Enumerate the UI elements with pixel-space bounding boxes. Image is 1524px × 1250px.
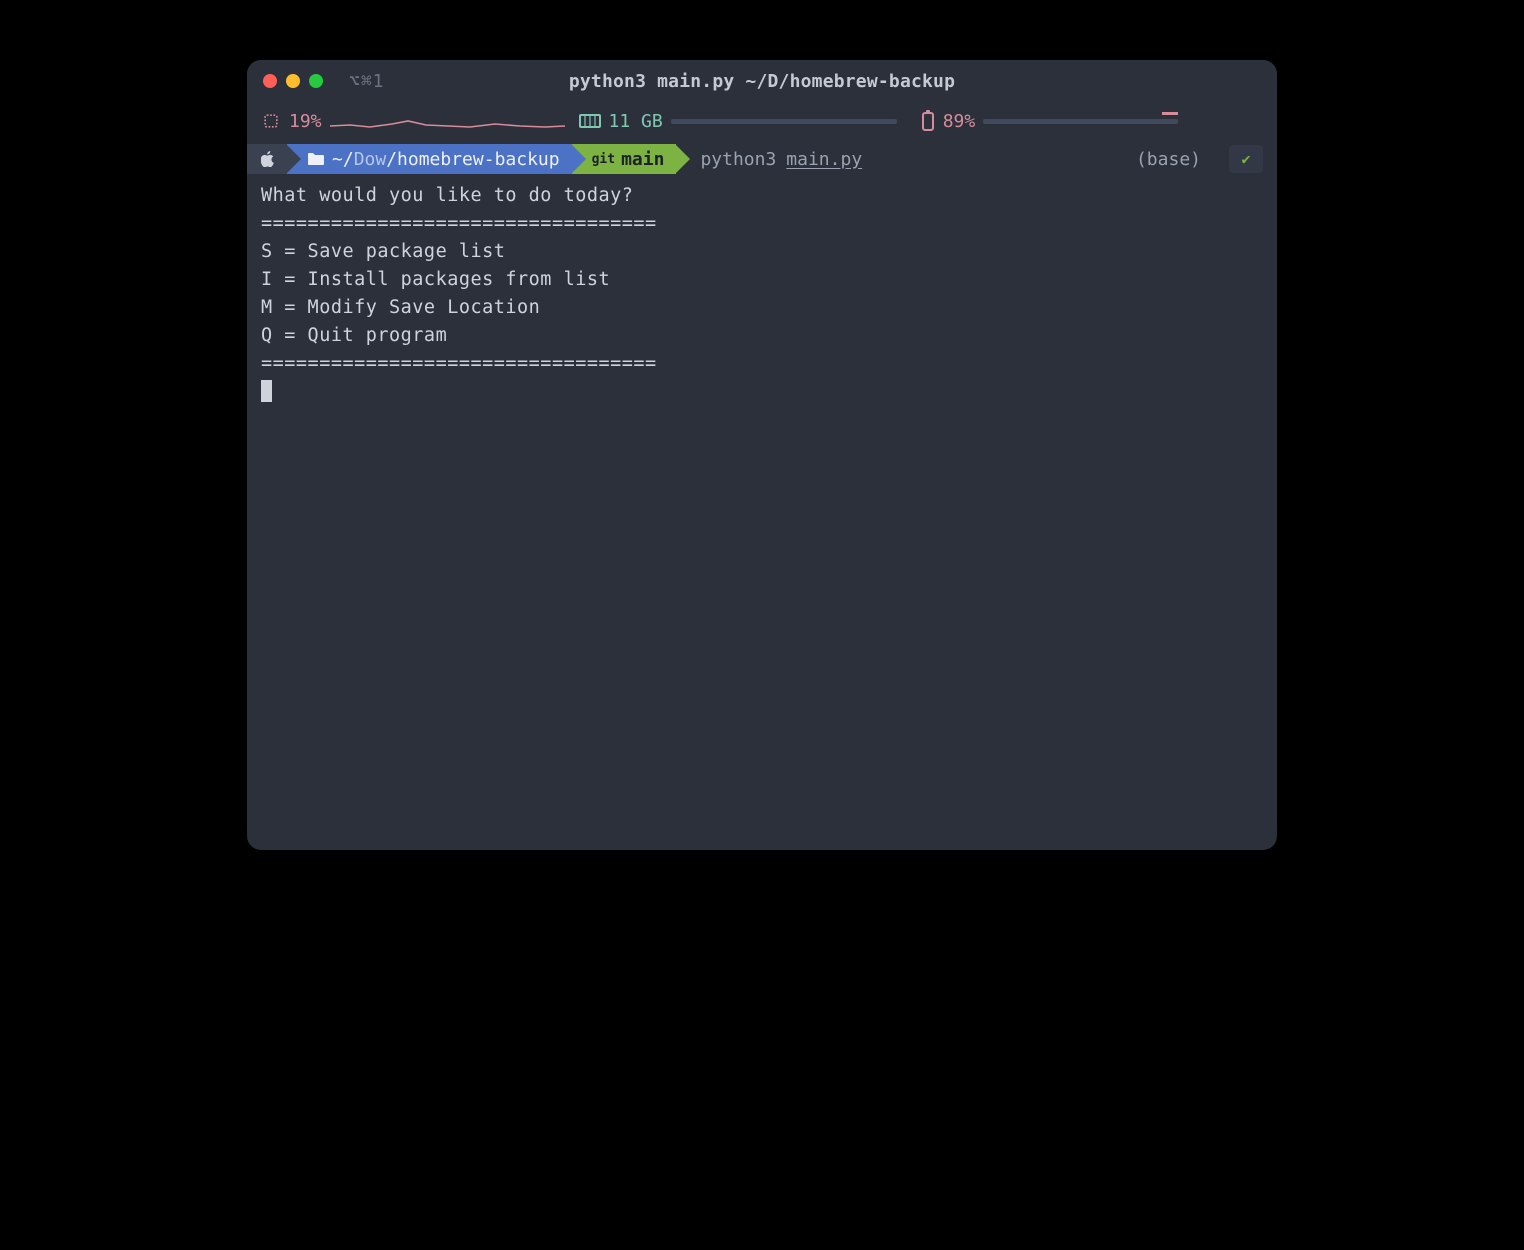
minimize-button[interactable]: [286, 74, 300, 88]
traffic-lights: [263, 74, 323, 88]
prompt-right: (base) ✔: [1136, 145, 1263, 173]
window-title: python3 main.py ~/D/homebrew-backup: [247, 71, 1277, 92]
battery-bar: [983, 119, 1178, 124]
menu-option-save: S = Save package list: [261, 241, 505, 262]
cpu-icon: [261, 111, 281, 131]
status-check-icon: ✔: [1229, 145, 1263, 173]
memory-bar: [671, 119, 897, 124]
memory-icon: [579, 112, 601, 130]
menu-option-install: I = Install packages from list: [261, 269, 610, 290]
prompt-segment-os: [247, 144, 287, 174]
command-area[interactable]: python3 main.py: [700, 149, 862, 170]
terminal-output[interactable]: What would you like to do today? =======…: [247, 176, 1277, 850]
command-name: python3: [700, 149, 776, 170]
output-separator: ==================================: [261, 353, 657, 374]
terminal-window: ⌥⌘1 python3 main.py ~/D/homebrew-backup …: [247, 60, 1277, 850]
tab-shortcut: ⌥⌘1: [349, 71, 385, 92]
menu-option-modify: M = Modify Save Location: [261, 297, 540, 318]
tab-indicator: ⌥⌘1: [349, 71, 385, 92]
git-label: git: [592, 152, 615, 167]
path-rest: /homebrew-backup: [386, 149, 559, 170]
battery-percent: 89%: [943, 111, 976, 132]
output-separator: ==================================: [261, 213, 657, 234]
titlebar: ⌥⌘1 python3 main.py ~/D/homebrew-backup: [247, 60, 1277, 102]
check-icon: ✔: [1241, 150, 1250, 168]
output-line: What would you like to do today?: [261, 185, 633, 206]
apple-icon: [261, 151, 275, 167]
battery-status: 89%: [921, 110, 1179, 132]
prompt-segment-git: git main: [572, 144, 677, 174]
cursor[interactable]: [261, 380, 272, 402]
battery-marker: [1162, 112, 1178, 115]
maximize-button[interactable]: [309, 74, 323, 88]
conda-env: (base): [1136, 149, 1201, 170]
status-bar: 19% 11 GB 89%: [247, 102, 1277, 140]
menu-option-quit: Q = Quit program: [261, 325, 447, 346]
memory-status: 11 GB: [579, 111, 897, 132]
folder-icon: [307, 152, 324, 166]
cpu-graph: [330, 109, 565, 133]
battery-icon: [921, 110, 935, 132]
path-prefix: ~/: [332, 149, 354, 170]
path-dim: Dow: [354, 149, 387, 170]
memory-value: 11 GB: [609, 111, 663, 132]
command-arg: main.py: [786, 149, 862, 170]
prompt-segment-path: ~/Dow/homebrew-backup: [287, 144, 572, 174]
cpu-percent: 19%: [289, 111, 322, 132]
cpu-status: 19%: [261, 109, 565, 133]
close-button[interactable]: [263, 74, 277, 88]
git-branch: main: [621, 149, 664, 170]
prompt-line: ~/Dow/homebrew-backup git main python3 m…: [247, 140, 1277, 176]
